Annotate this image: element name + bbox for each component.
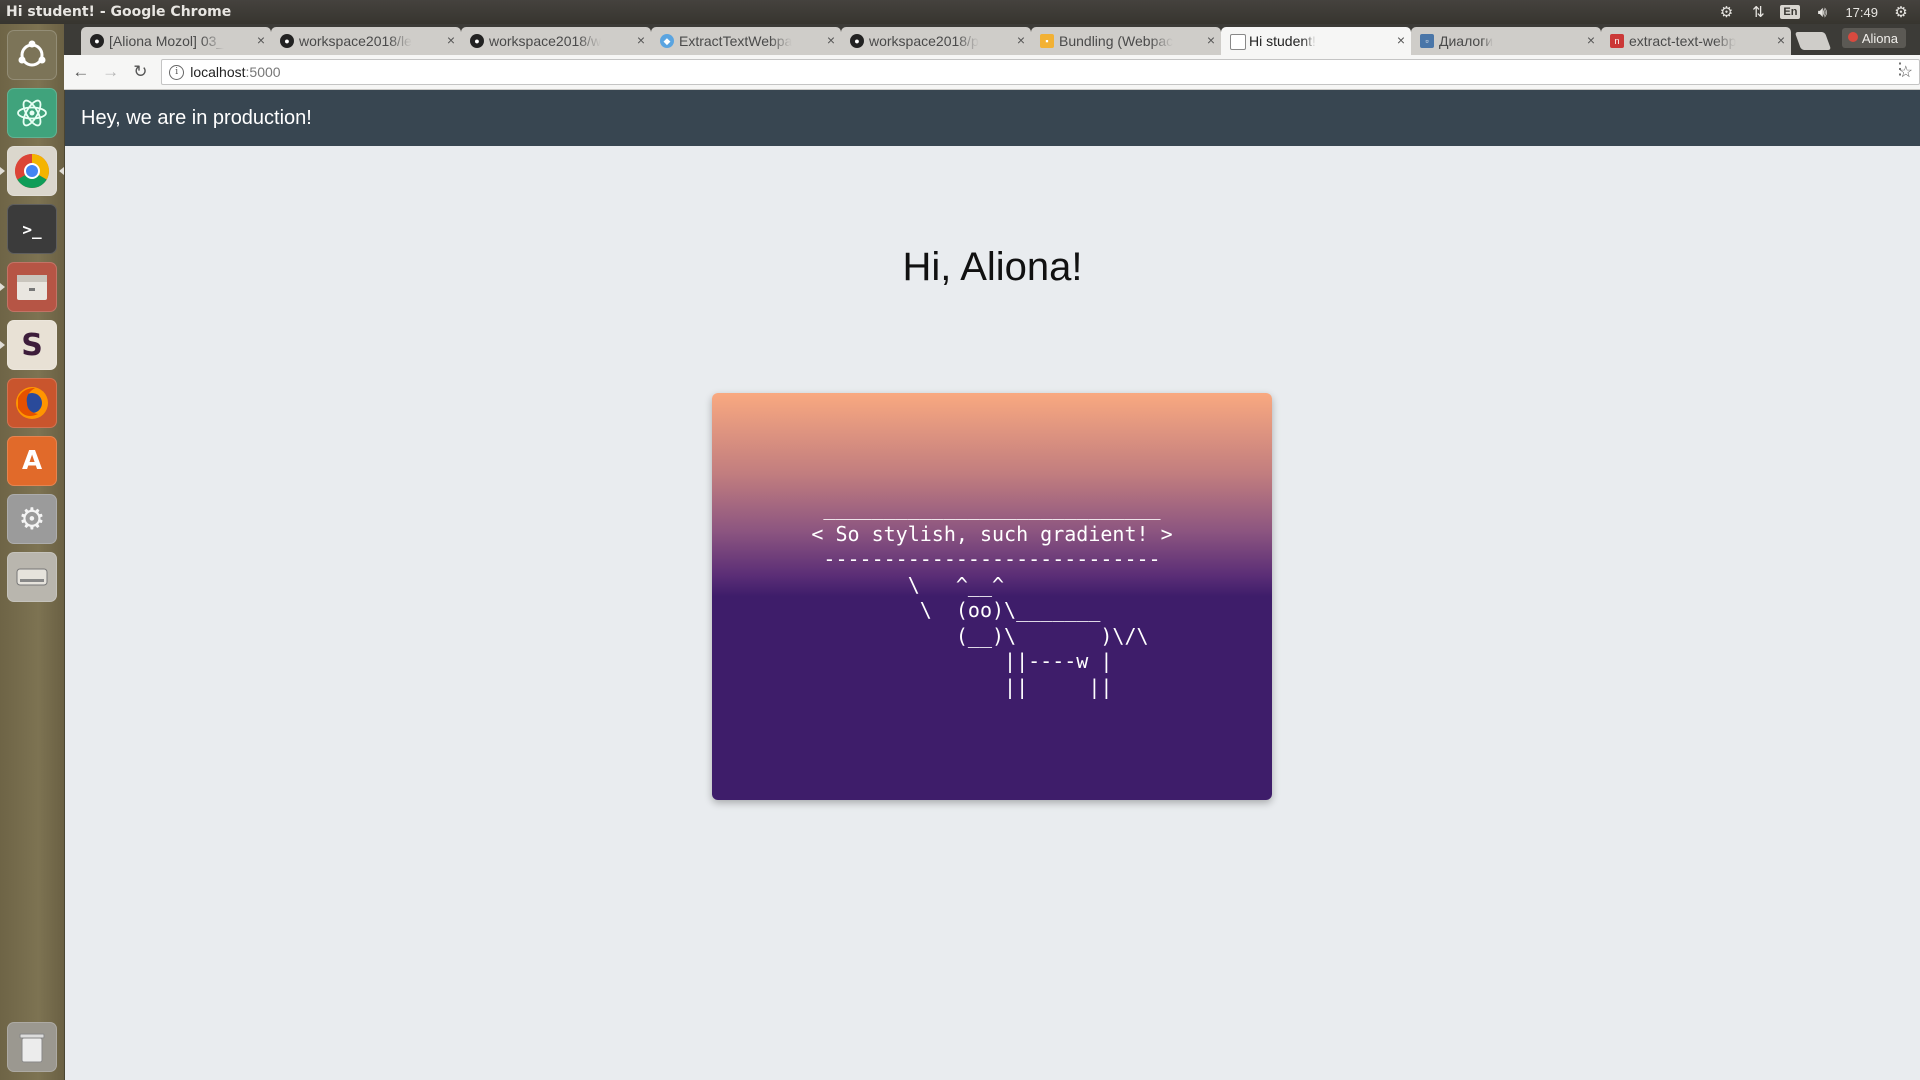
running-indicator: [0, 167, 5, 175]
address-bar[interactable]: i localhost:5000 ☆: [161, 59, 1920, 85]
system-tray: ⚙ ⇅ En 🔊︎ 17:49 ⚙: [1717, 3, 1920, 22]
close-icon[interactable]: ×: [1587, 32, 1595, 48]
clock[interactable]: 17:49: [1845, 5, 1878, 20]
tab-title: Bundling (Webpac: [1059, 33, 1174, 49]
cowsay-text: ____________________________ < So stylis…: [811, 496, 1173, 699]
tab-title: Hi student!: [1249, 33, 1316, 49]
atom-editor-icon[interactable]: [7, 88, 57, 138]
tab-title: [Aliona Mozol] 03_: [109, 33, 225, 49]
page-content: Hey, we are in production! Hi, Aliona! _…: [65, 90, 1920, 1080]
network-sync-icon[interactable]: ⚙: [1717, 3, 1735, 21]
firefox-icon[interactable]: [7, 378, 57, 428]
active-indicator: [59, 167, 64, 175]
close-icon[interactable]: ×: [1017, 32, 1025, 48]
trash-icon[interactable]: [7, 1022, 57, 1072]
npm-icon: n: [1610, 34, 1624, 48]
transfer-arrows-icon[interactable]: ⇅: [1749, 3, 1767, 21]
reload-icon[interactable]: ↻: [128, 59, 154, 85]
cowsay-block: ____________________________ < So stylis…: [712, 496, 1272, 700]
tab-extract-text-webpack[interactable]: n extract-text-webp ×: [1601, 27, 1791, 55]
system-settings-icon[interactable]: ⚙: [7, 494, 57, 544]
running-indicator: [0, 341, 5, 349]
chrome-menu-icon[interactable]: ⋮: [1892, 62, 1908, 78]
url-host: localhost: [190, 64, 246, 80]
header-text: Hey, we are in production!: [81, 106, 312, 129]
back-arrow-icon[interactable]: ←: [68, 59, 94, 85]
vk-icon: ▫: [1420, 34, 1434, 48]
profile-icon: [1847, 32, 1858, 42]
window-title: Hi student! - Google Chrome: [6, 4, 232, 20]
slack-icon[interactable]: S: [0, 320, 57, 370]
drive-icon[interactable]: [7, 552, 57, 602]
files-icon[interactable]: [0, 262, 57, 312]
document-icon: ▪: [1040, 34, 1054, 48]
close-icon[interactable]: ×: [257, 32, 265, 48]
browser-toolbar: ← → ↻ i localhost:5000 ☆ ⋮: [64, 55, 1920, 90]
keyboard-layout-icon[interactable]: En: [1780, 3, 1801, 21]
github-icon: ●: [90, 34, 104, 48]
tab-workspace2018-le[interactable]: ● workspace2018/le ×: [271, 27, 461, 55]
volume-icon[interactable]: 🔊︎: [1813, 3, 1831, 21]
terminal-icon[interactable]: >_: [7, 204, 57, 254]
close-icon[interactable]: ×: [1207, 32, 1215, 48]
close-icon[interactable]: ×: [1777, 32, 1785, 48]
tab-strip: ● [Aliona Mozol] 03_ × ● workspace2018/l…: [64, 24, 1920, 55]
gradient-card: ____________________________ < So stylis…: [712, 393, 1272, 800]
tab-dialogs[interactable]: ▫ Диалоги ×: [1411, 27, 1601, 55]
settings-gear-icon[interactable]: ⚙: [1892, 3, 1910, 21]
new-tab-button[interactable]: [1794, 32, 1832, 50]
tab-title: Диалоги: [1439, 33, 1494, 49]
launcher: >_ S A ⚙: [0, 24, 65, 1080]
keyboard-layout-label: En: [1780, 5, 1801, 19]
tab-workspace2018-w[interactable]: ● workspace2018/w ×: [461, 27, 651, 55]
profile-button[interactable]: Aliona: [1841, 28, 1906, 48]
tab-bundling-webpack[interactable]: ▪ Bundling (Webpac ×: [1031, 27, 1221, 55]
github-icon: ●: [470, 34, 484, 48]
tab-extracttextwebpack[interactable]: ◆ ExtractTextWebpa ×: [651, 27, 841, 55]
ubuntu-dash-icon[interactable]: [7, 30, 57, 80]
close-icon[interactable]: ×: [827, 32, 835, 48]
tab-title: workspace2018/w: [489, 33, 602, 49]
greeting-heading: Hi, Aliona!: [902, 245, 1083, 289]
software-center-icon[interactable]: A: [7, 436, 57, 486]
page-icon: [1230, 34, 1246, 50]
close-icon[interactable]: ×: [1397, 32, 1405, 48]
github-icon: ●: [280, 34, 294, 48]
app-header: Hey, we are in production!: [65, 90, 1920, 146]
github-icon: ●: [850, 34, 864, 48]
url-port: :5000: [245, 64, 281, 80]
close-icon[interactable]: ×: [447, 32, 455, 48]
tab-title: extract-text-webp: [1629, 33, 1737, 49]
tab-aliona-mozol[interactable]: ● [Aliona Mozol] 03_ ×: [81, 27, 271, 55]
tab-title: workspace2018/p: [869, 33, 979, 49]
info-icon[interactable]: i: [169, 64, 185, 80]
forward-arrow-icon[interactable]: →: [98, 59, 124, 85]
webpack-icon: ◆: [660, 34, 674, 48]
profile-name: Aliona: [1861, 30, 1898, 46]
tab-workspace2018-p[interactable]: ● workspace2018/p ×: [841, 27, 1031, 55]
tab-title: workspace2018/le: [299, 33, 412, 49]
close-icon[interactable]: ×: [637, 32, 645, 48]
chrome-icon[interactable]: [0, 146, 64, 196]
os-top-panel: Hi student! - Google Chrome ⚙ ⇅ En 🔊︎ 17…: [0, 0, 1920, 24]
tab-title: ExtractTextWebpa: [679, 33, 793, 49]
running-indicator: [0, 283, 5, 291]
tab-hi-student[interactable]: Hi student! ×: [1221, 27, 1411, 55]
